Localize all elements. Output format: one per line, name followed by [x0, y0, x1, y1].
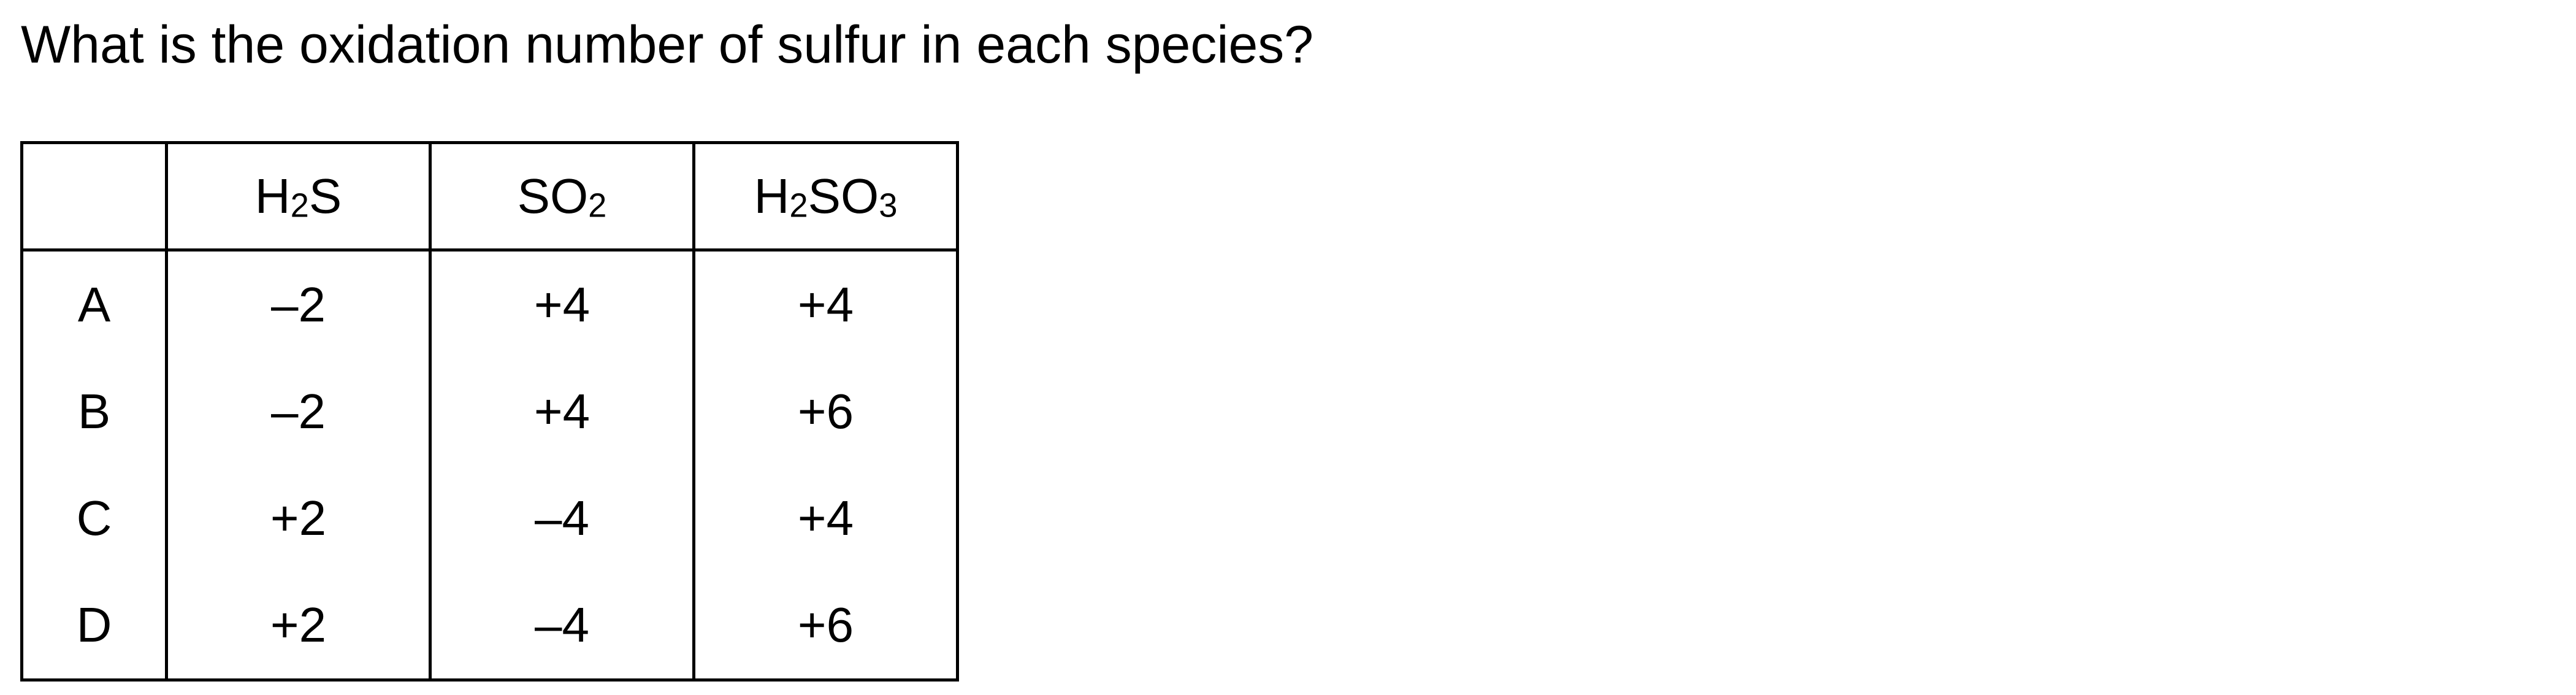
- option-key: D: [76, 597, 112, 652]
- table-cell: +2: [165, 465, 430, 572]
- table-cell: +2: [165, 572, 430, 680]
- header-so2: SO2: [429, 142, 694, 252]
- table-cell: –4: [429, 572, 694, 680]
- option-key: A: [77, 277, 111, 332]
- table-row: C +2 –4 +4: [22, 465, 958, 572]
- header-h2s: H2S: [165, 142, 430, 252]
- answer-options-table: H2S SO2 H2SO3 A –2 +4 +4 B –2 +4 +6 C +2…: [20, 141, 959, 682]
- table-cell: +4: [692, 250, 958, 358]
- table-header-row: H2S SO2 H2SO3: [21, 142, 958, 252]
- table-cell: –2: [165, 358, 430, 465]
- table-cell: +6: [692, 358, 958, 465]
- header-h2so3: H2SO3: [692, 142, 958, 252]
- table-cell: –4: [429, 465, 694, 572]
- option-key: C: [76, 491, 112, 545]
- table-cell: +4: [429, 250, 694, 358]
- table-cell: +4: [692, 465, 958, 572]
- header-empty-cell: [21, 142, 167, 252]
- table-cell: +6: [692, 572, 958, 680]
- question-text: What is the oxidation number of sulfur i…: [21, 15, 1314, 74]
- table-row: D +2 –4 +6: [22, 572, 958, 680]
- option-key: B: [77, 384, 111, 439]
- table-cell: –2: [165, 250, 430, 358]
- table-row: A –2 +4 +4: [22, 250, 958, 358]
- table-cell: +4: [429, 358, 694, 465]
- table-row: B –2 +4 +6: [22, 358, 958, 465]
